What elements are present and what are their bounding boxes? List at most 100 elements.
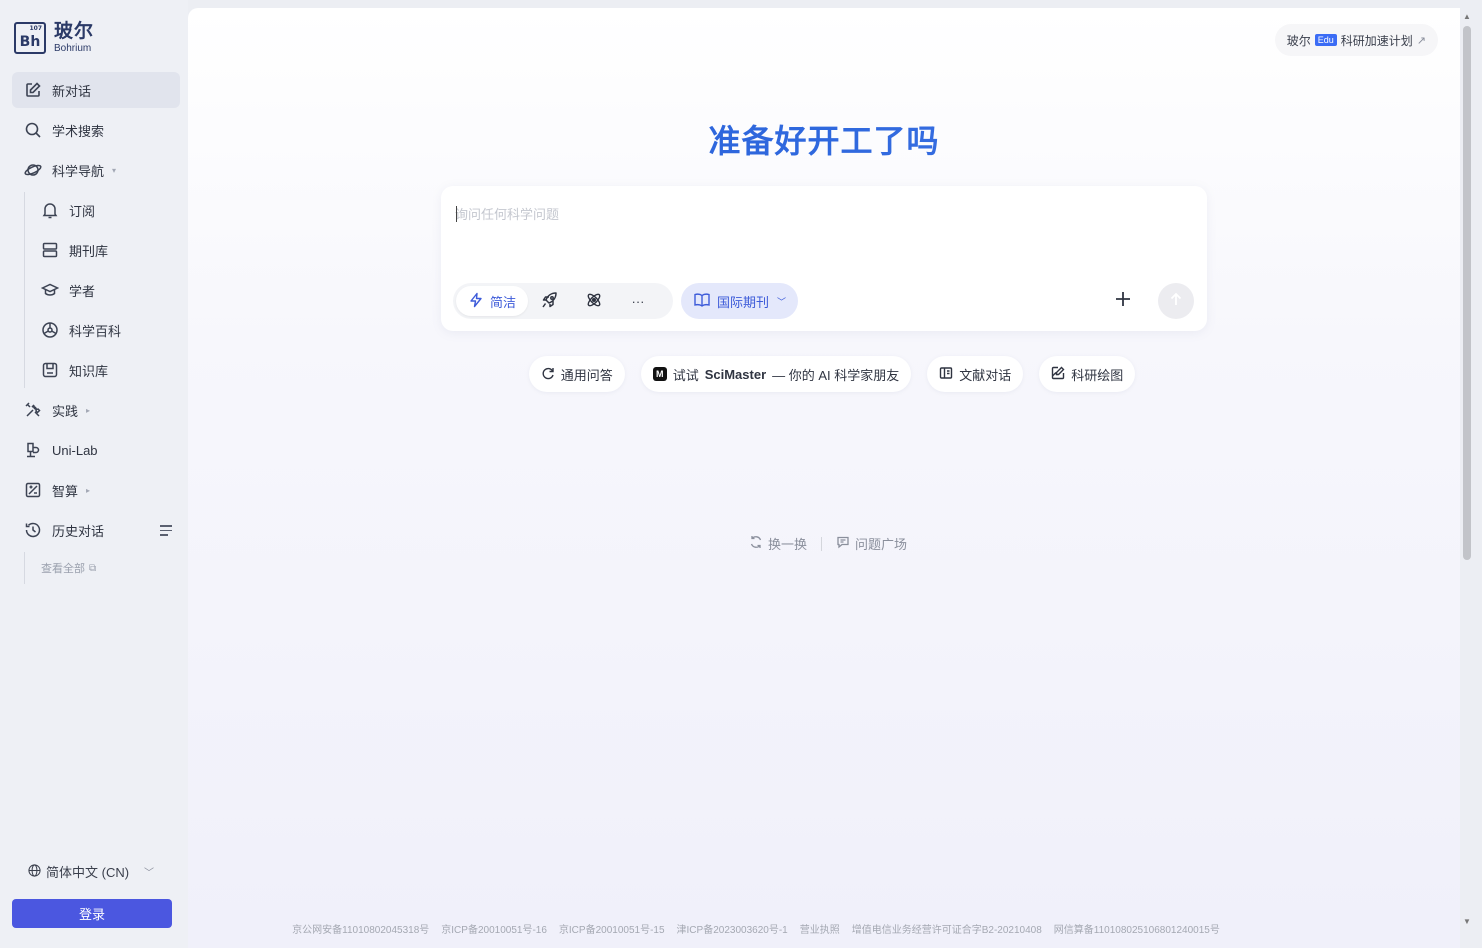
chip-label-prefix: 试试 <box>672 367 699 383</box>
sidebar: 107 Bh 玻尔 Bohrium 新对话 学术搜索 科学导航 ▾ 订阅 期刊库… <box>0 0 188 948</box>
database-icon <box>41 241 59 259</box>
mode-rocket-button[interactable] <box>528 286 572 316</box>
edu-prefix: 玻尔 <box>1286 33 1311 48</box>
sidebar-item-label: 科学导航 <box>52 163 105 179</box>
refresh-icon <box>749 535 763 552</box>
chip-literature-chat[interactable]: 文献对话 <box>927 356 1024 392</box>
lab-icon <box>24 441 42 459</box>
sidebar-item-science-nav[interactable]: 科学导航 ▾ <box>12 152 180 188</box>
question-input[interactable] <box>455 204 1185 264</box>
chip-label-suffix: — 你的 AI 科学家朋友 <box>772 367 900 383</box>
scimaster-logo-icon: M <box>652 367 667 381</box>
sidebar-item-label: 智算 <box>52 483 79 499</box>
footer-link[interactable]: 京ICP备20010051号-16 <box>441 921 547 936</box>
scrollbar-thumb[interactable] <box>1463 26 1471 560</box>
refresh-chat-icon <box>541 366 555 383</box>
chip-label: 文献对话 <box>959 367 1012 383</box>
sidebar-item-practice[interactable]: 实践 ▸ <box>12 392 180 428</box>
edu-suffix: 科研加速计划 <box>1340 33 1413 48</box>
send-button[interactable] <box>1158 283 1194 319</box>
bell-icon <box>41 201 59 219</box>
sidebar-item-label: 期刊库 <box>69 243 109 259</box>
footer-link[interactable]: 京公网安备11010802045318号 <box>292 921 429 936</box>
external-link-icon: ⧉ <box>89 562 97 574</box>
atom-icon <box>585 291 603 312</box>
planet-icon <box>24 161 42 179</box>
chat-composer: 简洁 ··· <box>441 186 1207 331</box>
sidebar-item-label: Uni-Lab <box>52 442 98 458</box>
sidebar-item-label: 实践 <box>52 403 79 419</box>
sidebar-item-compute[interactable]: 智算 ▸ <box>12 472 180 508</box>
refresh-row: 换一换 问题广场 <box>188 534 1460 553</box>
mode-concise-label: 简洁 <box>490 294 517 310</box>
rocket-icon <box>541 291 559 312</box>
more-options-button[interactable]: ··· <box>616 286 660 316</box>
edit-icon <box>24 81 42 99</box>
sidebar-item-history[interactable]: 历史对话 <box>12 512 180 548</box>
history-icon <box>24 521 42 539</box>
sidebar-item-scholars[interactable]: 学者 <box>31 272 180 308</box>
chip-scimaster[interactable]: M 试试 SciMaster — 你的 AI 科学家朋友 <box>640 356 912 392</box>
lightning-icon <box>468 292 484 311</box>
tools-icon <box>24 401 42 419</box>
save-icon <box>41 361 59 379</box>
plaza-label: 问题广场 <box>855 537 908 552</box>
plus-icon <box>1114 290 1132 313</box>
mode-atom-button[interactable] <box>572 286 616 316</box>
chip-general-qa[interactable]: 通用问答 <box>528 356 625 392</box>
logo-mark-text: Bh <box>19 34 41 50</box>
text-cursor <box>456 206 457 222</box>
document-icon <box>939 366 953 383</box>
language-label: 简体中文 (CN) <box>46 865 130 880</box>
app-root: 107 Bh 玻尔 Bohrium 新对话 学术搜索 科学导航 ▾ 订阅 期刊库… <box>0 0 1482 948</box>
main-panel: 玻尔 Edu 科研加速计划 ↗ 准备好开工了吗 简洁 <box>188 8 1460 948</box>
sidebar-item-uni-lab[interactable]: Uni-Lab <box>12 432 180 468</box>
sidebar-item-label: 学术搜索 <box>52 123 105 139</box>
scroll-up-icon[interactable]: ▲ <box>1462 12 1472 21</box>
journal-scope-label: 国际期刊 <box>717 294 770 310</box>
chip-label: 科研绘图 <box>1071 367 1124 383</box>
arrow-up-right-icon: ↗ <box>1416 34 1426 47</box>
refresh-suggestions-button[interactable]: 换一换 <box>749 534 807 553</box>
footer-link[interactable]: 营业执照 <box>800 921 840 936</box>
search-icon <box>24 121 42 139</box>
footer-link[interactable]: 京ICP备20010051号-15 <box>559 921 665 936</box>
sidebar-item-knowledge-base[interactable]: 知识库 <box>31 352 180 388</box>
view-all-link[interactable]: 查看全部 ⧉ <box>24 552 180 584</box>
refresh-label: 换一换 <box>767 537 807 552</box>
sidebar-item-new-chat[interactable]: 新对话 <box>12 72 180 108</box>
mode-concise-button[interactable]: 简洁 <box>456 286 529 316</box>
globe-icon <box>28 863 41 880</box>
science-nav-submenu: 订阅 期刊库 学者 科学百科 知识库 <box>24 192 180 388</box>
logo-mark: 107 Bh <box>14 22 46 54</box>
more-icon: ··· <box>631 293 645 309</box>
sidebar-item-label: 订阅 <box>69 203 96 219</box>
logo-text: 玻尔 Bohrium <box>54 22 94 54</box>
brand-logo[interactable]: 107 Bh 玻尔 Bohrium <box>14 22 94 54</box>
sidebar-item-label: 新对话 <box>52 83 92 99</box>
scroll-down-icon[interactable]: ▼ <box>1462 917 1472 926</box>
sidebar-item-subscribe[interactable]: 订阅 <box>31 192 180 228</box>
compute-icon <box>24 481 42 499</box>
message-icon <box>836 535 850 552</box>
edu-program-link[interactable]: 玻尔 Edu 科研加速计划 ↗ <box>1274 24 1438 56</box>
sidebar-item-academic-search[interactable]: 学术搜索 <box>12 112 180 148</box>
sidebar-item-journals[interactable]: 期刊库 <box>31 232 180 268</box>
language-selector[interactable]: 简体中文 (CN) ﹀ <box>28 862 154 881</box>
sidebar-item-encyclopedia[interactable]: 科学百科 <box>31 312 180 348</box>
footer-link[interactable]: 网信算备110108025106801240015号 <box>1054 921 1220 936</box>
caret-down-icon: ▾ <box>112 165 117 175</box>
journal-scope-dropdown[interactable]: 国际期刊 ﹀ <box>681 283 799 319</box>
chip-research-drawing[interactable]: 科研绘图 <box>1039 356 1136 392</box>
add-attachment-button[interactable] <box>1109 287 1137 315</box>
caret-right-icon: ▸ <box>86 405 91 415</box>
footer-link[interactable]: 增值电信业务经营许可证合字B2-20210408 <box>852 921 1042 936</box>
image-edit-icon <box>1051 366 1065 383</box>
menu-lines-icon[interactable] <box>160 525 172 539</box>
brand-name-en: Bohrium <box>54 43 92 54</box>
question-plaza-link[interactable]: 问题广场 <box>836 534 907 553</box>
page-scrollbar[interactable]: ▲ ▼ <box>1462 12 1472 926</box>
view-all-label: 查看全部 <box>41 563 85 575</box>
book-icon <box>693 291 711 312</box>
footer-link[interactable]: 津ICP备2023003620号-1 <box>677 921 788 936</box>
